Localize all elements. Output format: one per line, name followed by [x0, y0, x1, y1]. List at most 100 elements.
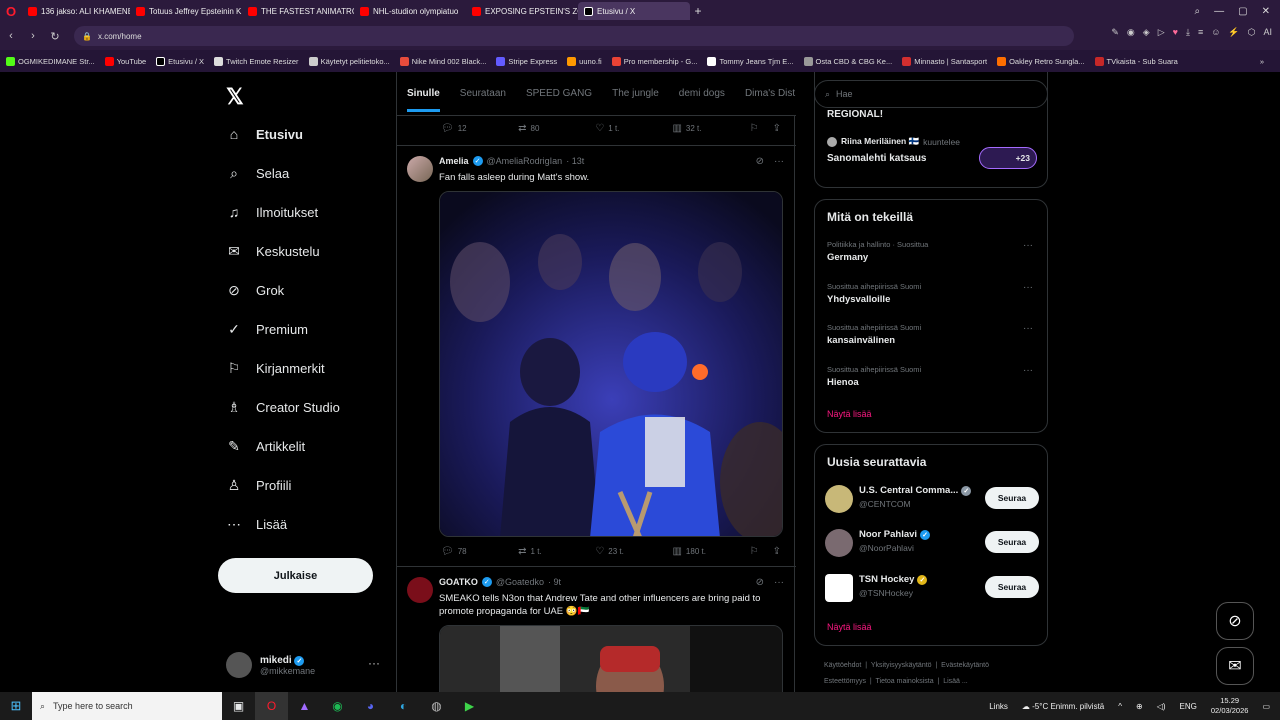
footer-link[interactable]: Evästekäytäntö	[941, 662, 989, 669]
post-video[interactable]	[439, 625, 783, 692]
grok-fab-button[interactable]: ⊘	[1216, 602, 1254, 640]
views-button[interactable]: ▥ 180 t.	[672, 546, 749, 557]
tray-chevron-icon[interactable]: ^	[1118, 702, 1122, 711]
extension-icon[interactable]: ⚡	[1228, 27, 1239, 38]
tab-following[interactable]: Seurataan	[460, 88, 506, 99]
tab-dimas-dist[interactable]: Dima's Dist	[745, 88, 795, 99]
trend-item[interactable]: Suosittua aihepiirissä Suomi kansainvälin…	[827, 323, 1037, 346]
tab-for-you[interactable]: Sinulle	[407, 88, 440, 112]
reply-button[interactable]: 💬︎ 12	[441, 123, 518, 134]
x-logo-icon[interactable]: 𝕏	[226, 84, 244, 110]
opera-logo-icon[interactable]: O	[0, 0, 22, 22]
footer-link[interactable]: Tietoa mainoksista	[876, 678, 934, 685]
repost-button[interactable]: ⇄ 80	[518, 123, 595, 134]
bookmark-item[interactable]: Pro membership - G...	[611, 56, 697, 66]
browser-tab-active[interactable]: Etusivu / X	[578, 2, 690, 20]
browser-tab[interactable]: Totuus Jeffrey Epsteinin K	[130, 2, 242, 20]
share-icon[interactable]: ⇪	[773, 123, 781, 134]
forward-icon[interactable]: ›	[22, 30, 44, 42]
follow-suggestion[interactable]: TSN Hockey ✓ @TSNHockey Seuraa	[825, 570, 1039, 606]
show-more-link[interactable]: Näytä lisää	[827, 622, 872, 632]
nav-item-messages[interactable]: ✉ Keskustelu	[226, 243, 319, 259]
footer-link[interactable]: Yksityisyyskäytäntö	[871, 662, 932, 669]
weather-widget[interactable]: ☁ -5°C Enimm. pilvistä	[1022, 702, 1104, 711]
nav-item-grok[interactable]: ⊘ Grok	[226, 282, 284, 298]
like-button[interactable]: ♡ 1 t.	[595, 123, 672, 134]
links-toolbar[interactable]: Links	[989, 702, 1008, 711]
menu-icon[interactable]: ≡	[1198, 27, 1203, 38]
more-dots-icon[interactable]: ···	[1023, 282, 1033, 293]
minimize-icon[interactable]: —	[1214, 6, 1224, 17]
messages-fab-button[interactable]: ✉	[1216, 647, 1254, 685]
follow-suggestion[interactable]: U.S. Central Comma... ✓ @CENTCOM Seuraa	[825, 481, 1039, 517]
share-icon[interactable]: ✎	[1111, 27, 1119, 38]
app-taskbar-icon[interactable]: ◍	[420, 692, 453, 720]
notification-icon[interactable]: ▭	[1262, 702, 1270, 711]
play-icon[interactable]: ▷	[1158, 27, 1165, 38]
trend-item[interactable]: Suosittua aihepiirissä Suomi Hienoa ···	[827, 365, 1037, 388]
views-button[interactable]: ▥ 32 t.	[672, 123, 749, 134]
bookmark-item[interactable]: Käytetyt pelitietoko...	[308, 56, 390, 66]
bookmark-item[interactable]: Nike Mind 002 Black...	[399, 56, 486, 66]
new-tab-button[interactable]: +	[690, 4, 706, 18]
footer-link[interactable]: Esteettömyys	[824, 678, 866, 685]
post-video[interactable]	[439, 191, 783, 537]
tab-demi-dogs[interactable]: demi dogs	[679, 88, 725, 99]
back-icon[interactable]: ‹	[0, 30, 22, 42]
grok-icon[interactable]: ⊘	[756, 577, 764, 588]
avatar[interactable]	[407, 156, 433, 182]
tab-speed-gang[interactable]: SPEED GANG	[526, 88, 592, 99]
discord-taskbar-icon[interactable]: ◕	[354, 692, 387, 720]
download-icon[interactable]: ⤓	[1186, 27, 1190, 38]
shield-icon[interactable]: ◈	[1143, 27, 1150, 38]
bookmark-item[interactable]: uuno.fi	[567, 56, 602, 66]
more-dots-icon[interactable]: ···	[368, 656, 380, 670]
nav-item-profile[interactable]: ♙ Profiili	[226, 477, 292, 493]
nav-item-articles[interactable]: ✎ Artikkelit	[226, 438, 305, 454]
more-dots-icon[interactable]: ···	[1023, 365, 1033, 376]
bookmark-item[interactable]: Oakley Retro Sungla...	[997, 56, 1085, 66]
account-switcher[interactable]: mikedi ✓ @mikkemane ···	[226, 648, 386, 682]
follow-button[interactable]: Seuraa	[985, 487, 1039, 509]
nav-item-creator-studio[interactable]: ♗ Creator Studio	[226, 399, 340, 415]
bookmark-item[interactable]: Etusivu / X	[156, 56, 204, 66]
ai-button[interactable]: AI	[1263, 27, 1272, 38]
follow-suggestion[interactable]: Noor Pahlavi ✓ @NoorPahlavi Seuraa	[825, 525, 1039, 561]
windows-start-icon[interactable]: ⊞	[0, 692, 32, 720]
taskbar-search[interactable]: ⌕ Type here to search	[32, 692, 222, 720]
footer-link[interactable]: Lisää ...	[943, 678, 968, 685]
nav-item-premium[interactable]: ✓ Premium	[226, 321, 308, 337]
bookmark-item[interactable]: Minnasto | Santasport	[902, 56, 987, 66]
cube-icon[interactable]: ⬡	[1248, 27, 1256, 38]
show-more-link[interactable]: Näytä lisää	[827, 409, 872, 419]
repost-button[interactable]: ⇄ 1 t.	[518, 546, 595, 557]
post-card[interactable]: Amelia ✓ @AmeliaRodrigIan · 13t ⊘ ··· Fan…	[397, 145, 796, 565]
bookmark-item[interactable]: YouTube	[104, 56, 146, 66]
nav-item-home[interactable]: ⌂ Etusivu	[226, 126, 303, 142]
app-taskbar-icon[interactable]: ▶	[453, 692, 486, 720]
browser-tab[interactable]: EXPOSING EPSTEIN'S ZOR	[466, 2, 578, 20]
follow-button[interactable]: Seuraa	[985, 531, 1039, 553]
nav-item-notifications[interactable]: ♫ Ilmoitukset	[226, 204, 318, 220]
share-icon[interactable]: ⇪	[773, 546, 781, 557]
bookmark-item[interactable]: Osta CBD & CBG Ke...	[803, 56, 892, 66]
language-indicator[interactable]: ENG	[1180, 702, 1197, 711]
maximize-icon[interactable]: ▢	[1238, 6, 1247, 17]
app-taskbar-icon[interactable]: ▲	[288, 692, 321, 720]
post-card[interactable]: GOATKO ✓ @Goatedko · 9t ⊘ ··· SMEAKO tell…	[397, 566, 796, 692]
bookmark-item[interactable]: Stripe Express	[496, 56, 557, 66]
profile-browser-icon[interactable]: ☺	[1211, 27, 1220, 38]
browser-tab[interactable]: 136 jakso: ALI KHAMENEI	[22, 2, 130, 20]
follow-button[interactable]: Seuraa	[985, 576, 1039, 598]
opera-taskbar-icon[interactable]: O	[255, 692, 288, 720]
bookmark-item[interactable]: Twitch Emote Resizer	[214, 56, 299, 66]
network-icon[interactable]: ⊕	[1136, 702, 1143, 711]
more-dots-icon[interactable]: ···	[774, 577, 784, 588]
nav-item-bookmarks[interactable]: ⚐ Kirjanmerkit	[226, 360, 325, 376]
browser-tab[interactable]: NHL-studion olympiatuo	[354, 2, 466, 20]
more-dots-icon[interactable]: ···	[1023, 240, 1033, 251]
camera-icon[interactable]: ◉	[1127, 27, 1135, 38]
more-dots-icon[interactable]: ···	[774, 156, 784, 167]
bookmark-icon[interactable]: ⚐	[750, 546, 759, 557]
reply-button[interactable]: 💬︎ 78	[441, 546, 518, 557]
